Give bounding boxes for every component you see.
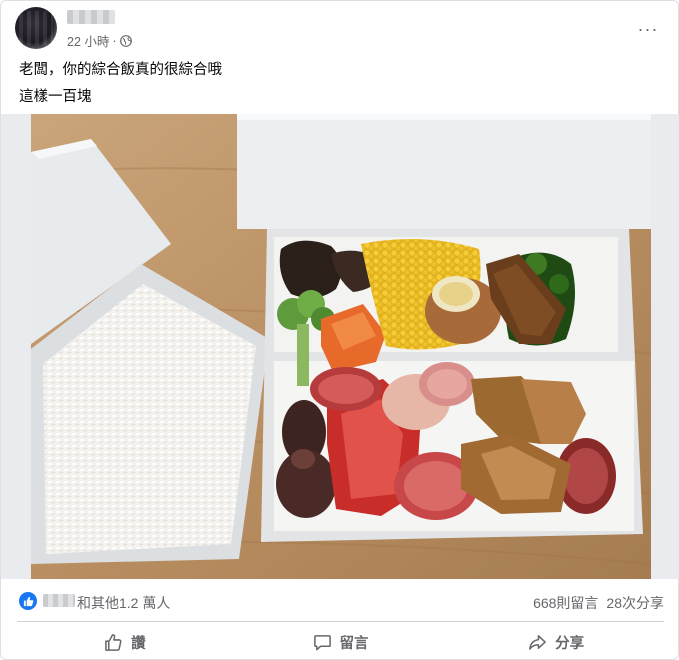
like-reaction-icon[interactable] — [19, 592, 37, 610]
feed-post: 22 小時 · ··· 老闆，你的綜合飯真的很綜合哦 這樣一百塊 和其他1.2 … — [0, 0, 679, 660]
avatar[interactable] — [15, 7, 57, 49]
share-icon — [529, 634, 547, 650]
post-photo[interactable] — [1, 114, 679, 579]
author-name[interactable] — [67, 10, 115, 24]
post-text: 老闆，你的綜合飯真的很綜合哦 這樣一百塊 — [19, 57, 222, 111]
reactions-bar: 和其他1.2 萬人 668則留言 28次分享 — [1, 582, 679, 618]
lunchbox-photo — [31, 114, 651, 579]
meta-separator: · — [112, 33, 117, 48]
post-text-line-1: 老闆，你的綜合飯真的很綜合哦 — [19, 62, 222, 78]
like-button[interactable]: 讚 — [17, 625, 233, 659]
post-time[interactable]: 22 小時 — [67, 31, 109, 50]
like-label: 讚 — [131, 635, 146, 652]
comment-button[interactable]: 留言 — [233, 625, 449, 659]
share-label: 分享 — [555, 635, 585, 652]
divider — [17, 621, 664, 622]
action-bar: 讚 留言 分享 — [17, 625, 664, 659]
post-header: 22 小時 · ··· — [15, 7, 666, 53]
share-button[interactable]: 分享 — [448, 625, 664, 659]
post-text-line-2: 這樣一百塊 — [19, 89, 92, 105]
engagement-counts: 668則留言 28次分享 — [533, 593, 664, 613]
comment-label: 留言 — [339, 635, 369, 652]
share-count[interactable]: 28次分享 — [606, 593, 664, 613]
globe-icon — [119, 34, 132, 47]
more-options-button[interactable]: ··· — [634, 15, 662, 43]
like-icon — [105, 633, 122, 651]
reactor-name[interactable] — [43, 594, 75, 607]
comment-count[interactable]: 668則留言 — [533, 593, 598, 613]
comment-icon — [313, 634, 331, 650]
post-meta: 22 小時 · — [67, 31, 132, 50]
more-icon: ··· — [637, 18, 659, 39]
reaction-summary[interactable]: 和其他1.2 萬人 — [77, 593, 170, 613]
